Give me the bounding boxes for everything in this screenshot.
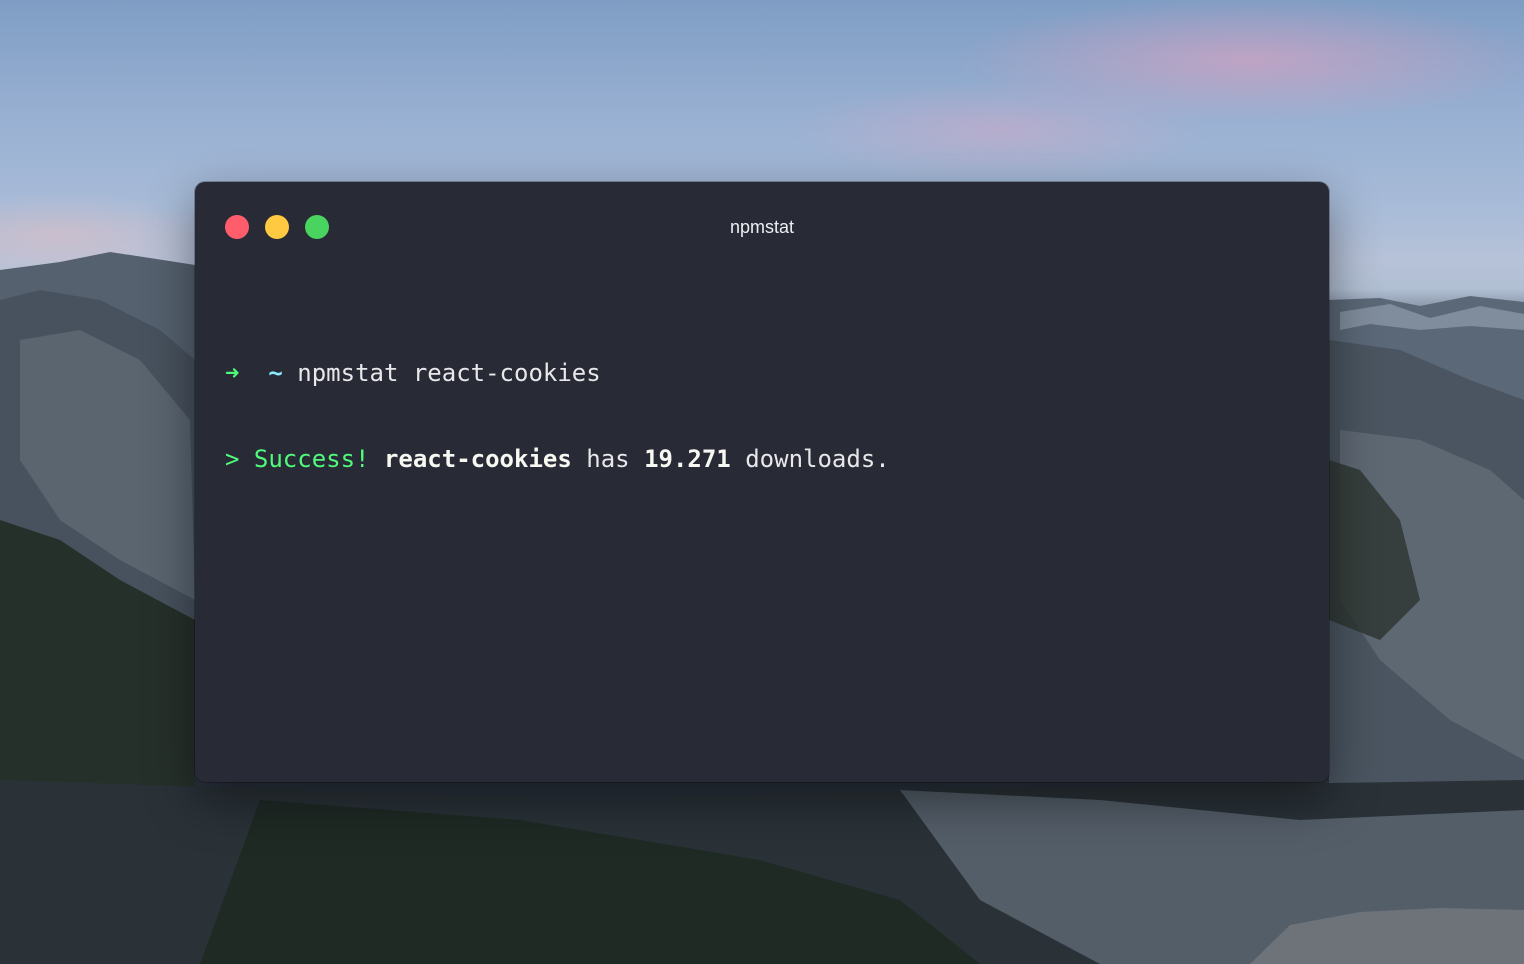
download-count: 19.271 <box>644 445 731 473</box>
package-name: react-cookies <box>383 445 572 473</box>
terminal-window[interactable]: npmstat ➜ ~ npmstat react-cookies > Succ… <box>195 182 1329 782</box>
output-marker: > <box>225 445 240 473</box>
window-titlebar[interactable]: npmstat <box>195 182 1329 272</box>
success-label: Success! <box>253 445 370 473</box>
prompt-arrow-icon: ➜ <box>225 359 240 387</box>
result-line: > Success! react-cookies has 19.271 down… <box>225 444 890 474</box>
cwd-indicator: ~ <box>268 359 283 387</box>
window-title: npmstat <box>729 217 795 237</box>
terminal-output[interactable]: ➜ ~ npmstat react-cookies > Success! rea… <box>225 302 890 530</box>
result-unit: downloads. <box>745 445 890 473</box>
command-text: npmstat react-cookies <box>297 359 601 387</box>
result-verb: has <box>586 445 630 473</box>
command-line: ➜ ~ npmstat react-cookies <box>225 358 890 388</box>
